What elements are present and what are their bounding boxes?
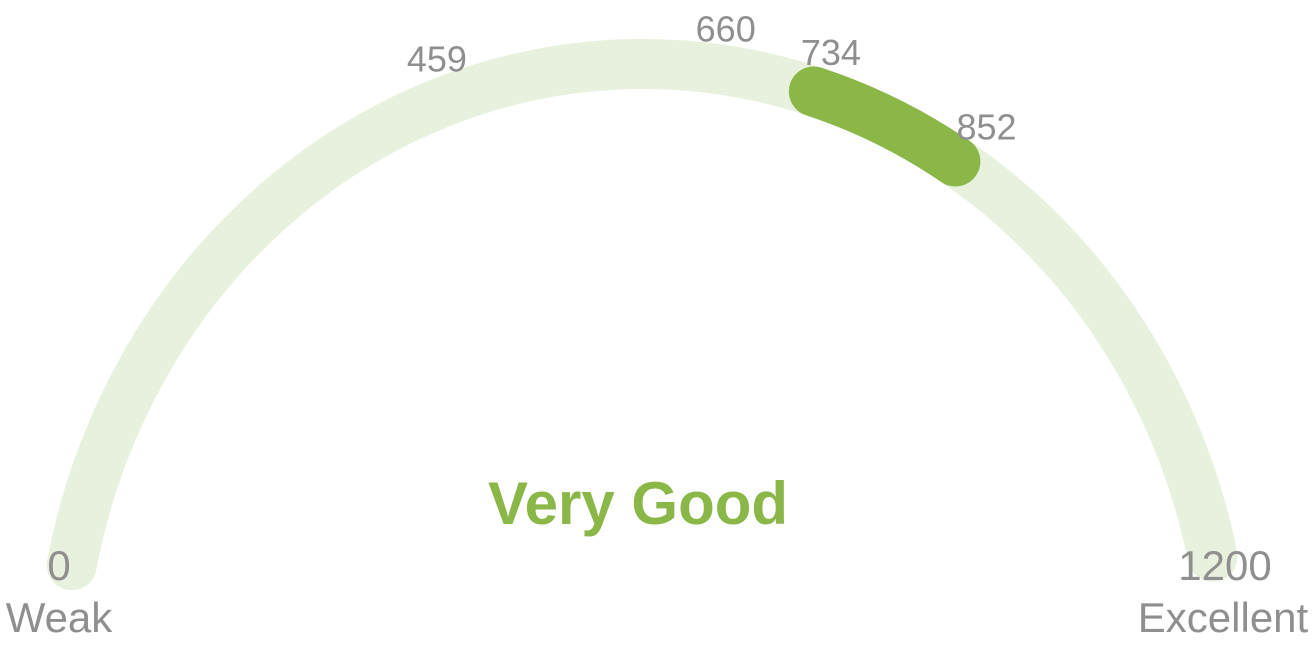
rating-label: Very Good: [488, 470, 788, 537]
tick-label-660: 660: [696, 9, 756, 50]
max-value-label: 1200: [1178, 542, 1271, 589]
tick-label-459: 459: [407, 38, 467, 79]
credit-score-gauge: 459 660 734 852 Very Good 0 Weak 1200 Excel…: [6, 9, 1309, 641]
min-caption-label: Weak: [6, 594, 114, 641]
max-caption-label: Excellent: [1138, 594, 1309, 641]
min-value-label: 0: [47, 542, 70, 589]
gauge-score-range: [788, 66, 981, 187]
tick-label-734: 734: [801, 32, 861, 73]
tick-label-852: 852: [956, 107, 1016, 148]
